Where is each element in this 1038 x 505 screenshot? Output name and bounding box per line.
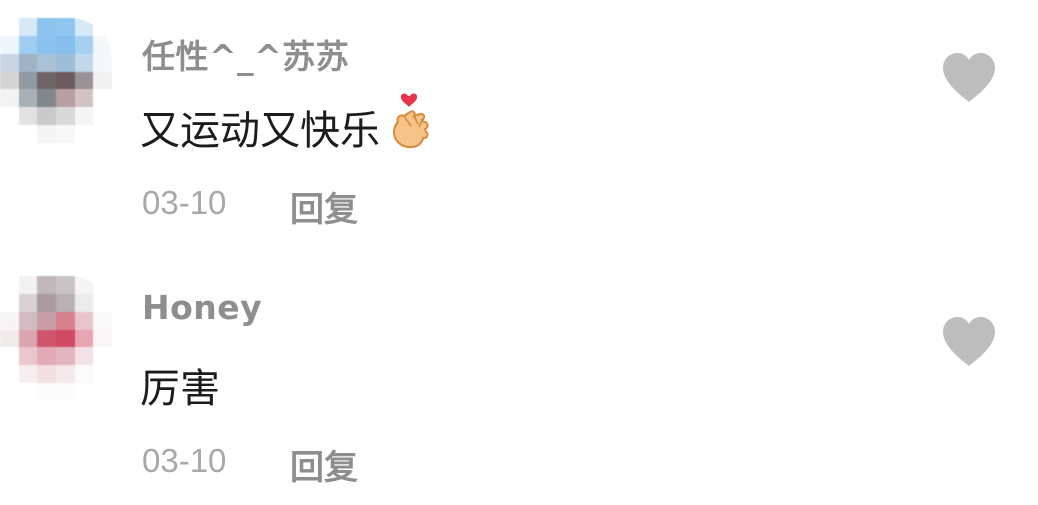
avatar[interactable] <box>0 18 112 143</box>
comment-username[interactable]: 任性^_^苏苏 <box>142 30 349 78</box>
comment-date: 03-10 <box>142 184 227 221</box>
comment-text-content: 又运动又快乐 <box>140 108 380 154</box>
avatar[interactable] <box>0 276 112 401</box>
comment-text-content: 厉害 <box>140 366 220 412</box>
comment-item: 任性^_^苏苏 又运动又快乐 03-10 回复 <box>0 0 1038 247</box>
reply-button[interactable]: 回复 <box>290 182 358 231</box>
comment-text: 厉害 <box>140 356 220 414</box>
comment-item: Honey 厉害 03-10 回复 <box>0 258 1038 505</box>
comment-text: 又运动又快乐 <box>140 93 436 156</box>
reply-button[interactable]: 回复 <box>290 440 358 489</box>
comment-username[interactable]: Honey <box>142 288 262 327</box>
comment-date: 03-10 <box>142 442 227 479</box>
finger-heart-emoji-icon <box>388 92 436 150</box>
heart-icon[interactable] <box>940 52 998 104</box>
heart-icon[interactable] <box>940 316 998 368</box>
